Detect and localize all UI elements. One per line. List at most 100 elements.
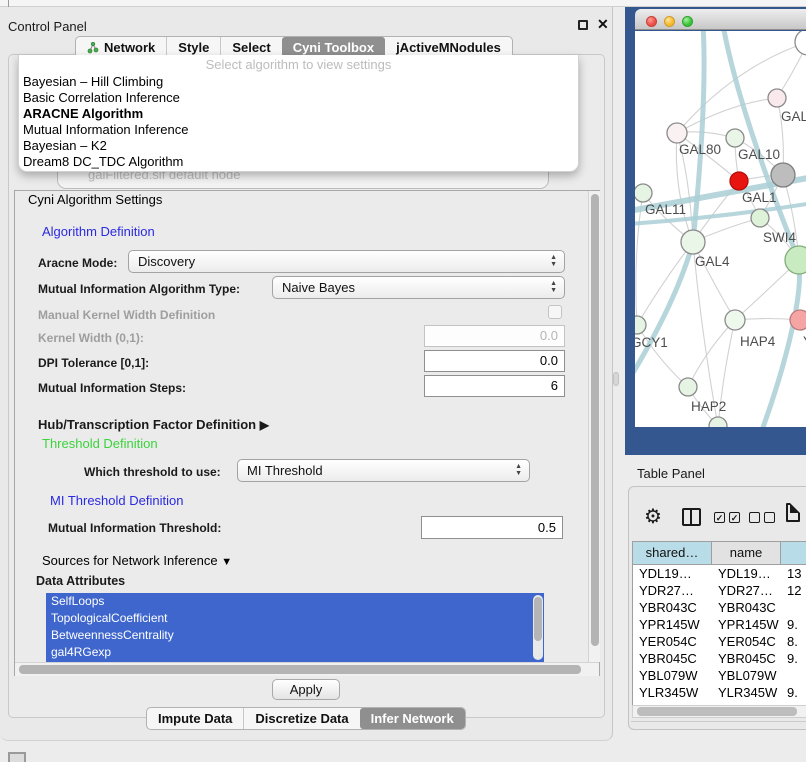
table-row[interactable]: YDL19…YDL19…13 [633, 565, 806, 582]
node-gal80[interactable] [667, 123, 687, 143]
table-cell: YPR145W [712, 616, 781, 633]
attributes-list-scrollbar[interactable] [533, 595, 543, 660]
hub-definition-toggle[interactable]: Hub/Transcription Factor Definition ▶ [38, 417, 269, 432]
aracne-mode-combo[interactable]: Discovery ▲▼ [128, 250, 565, 273]
zoom-traffic-icon[interactable] [682, 16, 693, 27]
collapse-arrow-icon[interactable]: ▼ [221, 556, 232, 568]
table-cell: YBR045C [712, 650, 781, 667]
table-row[interactable]: YBR043CYBR043C [633, 599, 806, 616]
stepper-icon: ▲▼ [550, 280, 557, 294]
minimized-panel-icon[interactable] [8, 752, 26, 762]
tab-impute-data[interactable]: Impute Data [147, 708, 243, 729]
column-header-2[interactable]: A [781, 542, 806, 565]
network-edge[interactable] [677, 98, 777, 133]
table-row[interactable]: YBL079WYBL079W [633, 667, 806, 684]
kernel-width-field[interactable]: 0.0 [424, 325, 565, 347]
close-icon[interactable]: ✕ [597, 16, 609, 33]
tab-discretize-data[interactable]: Discretize Data [243, 708, 359, 729]
algorithm-option[interactable]: Bayesian – K2 [19, 138, 578, 154]
sources-legend-label: Sources for Network Inference [42, 553, 218, 568]
column-header-1[interactable]: name [712, 542, 781, 565]
attribute-item[interactable]: BetweennessCentrality [46, 627, 544, 644]
network-edge[interactable] [636, 193, 643, 325]
dpi-tolerance-field[interactable]: 0.0 [424, 350, 565, 372]
node-swi4-label: SWI4 [763, 230, 796, 245]
node-gal4[interactable] [681, 230, 705, 254]
table-cell: YPR145W [633, 616, 712, 633]
table-cell: 9. [781, 616, 806, 633]
algorithm-option[interactable]: ARACNE Algorithm [19, 106, 578, 122]
algorithm-option[interactable]: Dream8 DC_TDC Algorithm [19, 154, 578, 170]
attribute-item[interactable]: SelfLoops [46, 593, 544, 610]
algorithm-option[interactable]: Bayesian – Hill Climbing [19, 74, 578, 90]
dropdown-prompt: Select algorithm to view settings [19, 55, 578, 74]
attributes-list-scroll-thumb[interactable] [534, 597, 542, 641]
table-cell [781, 599, 806, 616]
close-traffic-icon[interactable] [646, 16, 657, 27]
document-icon[interactable] [786, 503, 800, 522]
node-gcy1-label: GCY1 [635, 335, 668, 350]
node-big-green[interactable] [785, 246, 806, 274]
settings-vertical-scrollbar[interactable] [588, 191, 600, 662]
network-view[interactable]: GALGAL80GAL10GAL1GAL11SWI4GAL4GCY1HAP4YH… [635, 31, 806, 427]
mi-threshold-field[interactable]: 0.5 [421, 516, 563, 539]
algorithm-option[interactable]: Basic Correlation Inference [19, 90, 578, 106]
node-gal10[interactable] [726, 129, 744, 147]
data-attributes-list[interactable]: SelfLoopsTopologicalCoefficientBetweenne… [46, 593, 544, 662]
table-row[interactable]: YDR27…YDR27…12 [633, 582, 806, 599]
node-hap4[interactable] [725, 310, 745, 330]
table-cell: YDL19… [633, 565, 712, 582]
node-gray[interactable] [771, 163, 795, 187]
attribute-item[interactable]: TopologicalCoefficient [46, 610, 544, 627]
table-cell: YDR27… [633, 582, 712, 599]
which-threshold-combo[interactable]: MI Threshold ▲▼ [237, 459, 530, 482]
manual-kernel-label: Manual Kernel Width Definition [38, 308, 215, 322]
gear-icon[interactable]: ⚙ [644, 504, 662, 529]
table-cell: YBR045C [633, 650, 712, 667]
node-hap2[interactable] [679, 378, 697, 396]
tab-infer-network[interactable]: Infer Network [360, 708, 465, 729]
sources-legend[interactable]: Sources for Network Inference ▼ [38, 553, 236, 568]
minimize-traffic-icon[interactable] [664, 16, 675, 27]
node-gal11[interactable] [635, 184, 652, 202]
stepper-icon: ▲▼ [515, 463, 522, 477]
splitter-handle[interactable] [613, 372, 619, 386]
settings-vscroll-thumb[interactable] [591, 194, 599, 646]
node-top-right[interactable] [795, 31, 806, 55]
node-bottom[interactable] [709, 417, 727, 427]
checked-columns-icon[interactable]: ✓ ✓ [714, 512, 740, 523]
node-swi4[interactable] [751, 209, 769, 227]
table-row[interactable]: YPR145WYPR145W9. [633, 616, 806, 633]
network-edge[interactable] [693, 31, 704, 242]
network-graph[interactable]: GALGAL80GAL10GAL1GAL11SWI4GAL4GCY1HAP4YH… [635, 31, 806, 427]
mi-type-combo[interactable]: Naive Bayes ▲▼ [272, 276, 565, 299]
node-gcy1[interactable] [635, 316, 646, 334]
node-gal1[interactable] [730, 172, 748, 190]
network-window-titlebar[interactable] [635, 9, 806, 30]
apply-button[interactable]: Apply [272, 679, 340, 700]
mi-steps-field[interactable]: 6 [424, 375, 565, 397]
attribute-item[interactable]: gal4RGexp [46, 644, 544, 661]
algorithm-definition-legend: Algorithm Definition [38, 224, 159, 239]
split-columns-icon[interactable] [682, 508, 701, 526]
table-hscroll-thumb[interactable] [637, 707, 797, 716]
table-horizontal-scrollbar[interactable] [632, 705, 806, 718]
settings-horizontal-scrollbar[interactable] [15, 662, 599, 676]
table-row[interactable]: YLR345WYLR345W9. [633, 684, 806, 701]
table-panel-divider [631, 721, 806, 722]
float-window-icon[interactable] [578, 20, 588, 30]
checkbox-checked-icon: ✓ [729, 512, 740, 523]
table-row[interactable]: YBR045CYBR045C9. [633, 650, 806, 667]
unchecked-columns-icon[interactable] [749, 512, 775, 523]
manual-kernel-checkbox[interactable] [548, 305, 562, 319]
algorithm-option[interactable]: Mutual Information Inference [19, 122, 578, 138]
expand-arrow-icon[interactable]: ▶ [260, 418, 269, 432]
aracne-mode-label: Aracne Mode: [38, 256, 117, 270]
aracne-mode-value: Discovery [138, 254, 195, 269]
node-salmon[interactable] [790, 310, 806, 330]
column-header-0[interactable]: shared… [633, 542, 712, 565]
node-gal10-label: GAL10 [738, 147, 780, 162]
table-row[interactable]: YER054CYER054C8. [633, 633, 806, 650]
node-gal-pink[interactable] [768, 89, 786, 107]
settings-hscroll-thumb[interactable] [19, 665, 581, 674]
